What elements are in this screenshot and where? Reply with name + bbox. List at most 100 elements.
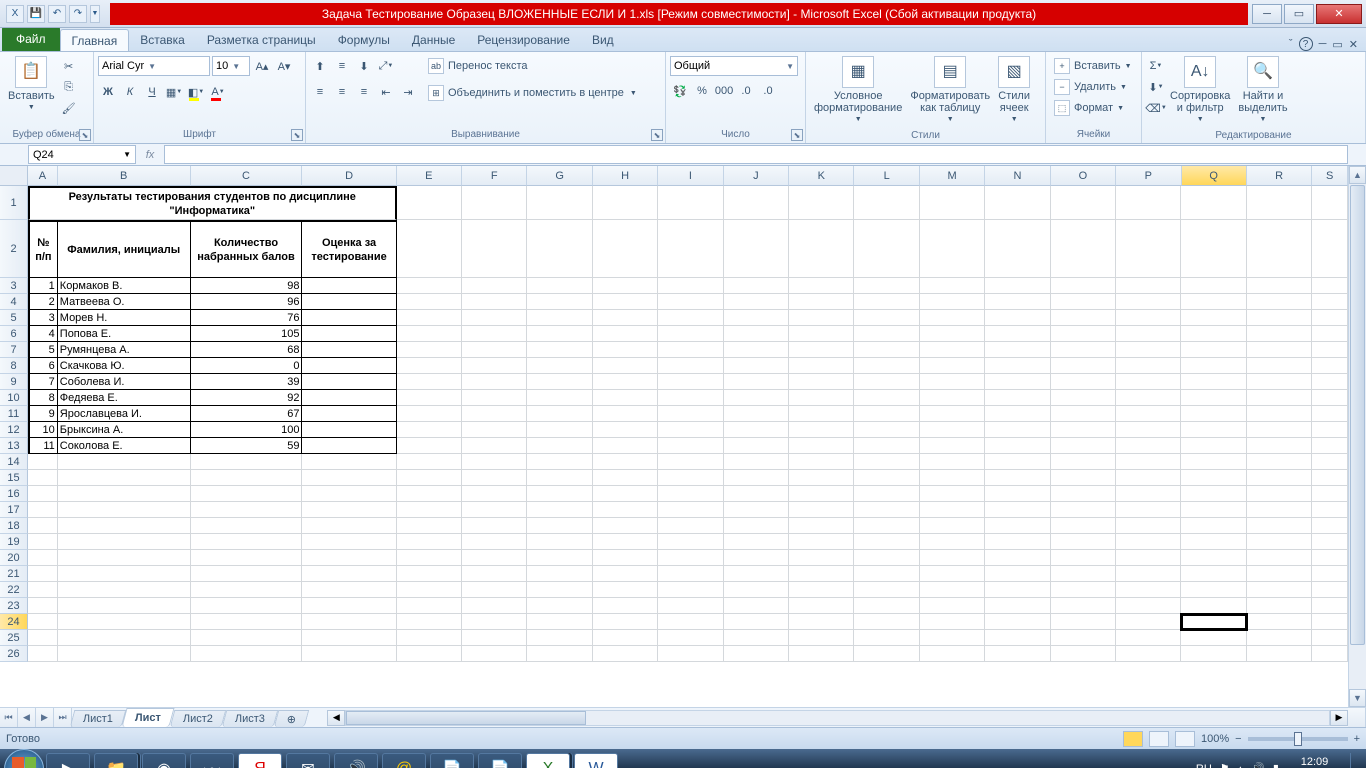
cell[interactable] [28,534,58,550]
cell[interactable] [28,630,58,646]
cell[interactable] [985,220,1050,278]
cell[interactable] [1051,582,1116,598]
cell[interactable] [593,406,658,422]
cell[interactable] [1247,550,1312,566]
cell[interactable] [1312,406,1348,422]
cell[interactable] [724,438,789,454]
cell[interactable] [1116,646,1181,662]
save-icon[interactable]: 💾 [27,5,45,23]
cell[interactable]: Кормаков В. [58,278,191,294]
cell[interactable] [462,486,527,502]
fill-icon[interactable]: ⬇▼ [1146,77,1166,97]
cell[interactable] [1051,358,1116,374]
fx-icon[interactable]: fx [140,146,160,164]
cell[interactable] [593,310,658,326]
cell[interactable] [1247,294,1312,310]
row-header-9[interactable]: 9 [0,374,28,390]
cell[interactable] [527,310,592,326]
undo-icon[interactable]: ↶ [48,5,66,23]
cell[interactable] [593,454,658,470]
cell[interactable] [593,534,658,550]
taskbar-notes-icon[interactable]: 📄 [478,753,522,768]
cell[interactable] [1051,294,1116,310]
cell[interactable] [302,486,396,502]
cell[interactable] [1312,502,1348,518]
insert-sheet-icon[interactable]: ⊕ [274,710,310,727]
maximize-button[interactable]: ▭ [1284,4,1314,24]
cell[interactable] [1051,220,1116,278]
cell[interactable] [302,406,396,422]
cell[interactable] [1051,502,1116,518]
cell[interactable] [527,454,592,470]
conditional-formatting-button[interactable]: ▦Условное форматирование▼ [810,54,906,128]
cell[interactable] [920,294,985,310]
cell[interactable] [658,326,723,342]
cell[interactable] [1247,422,1312,438]
font-name-combo[interactable]: Arial Cyr▼ [98,56,210,76]
taskbar-doc-icon[interactable]: 📄 [430,753,474,768]
cell[interactable] [920,220,985,278]
underline-button[interactable]: Ч [142,82,162,102]
cell[interactable]: Матвеева О. [58,294,191,310]
cell[interactable] [58,470,191,486]
cell[interactable] [658,502,723,518]
cell[interactable] [1051,566,1116,582]
taskbar-volume-icon[interactable]: 🔊 [334,753,378,768]
cell[interactable] [527,326,592,342]
cell[interactable] [302,550,396,566]
percent-icon[interactable]: % [692,81,712,101]
cells-area[interactable]: Результаты тестирования студентов по дис… [28,186,1348,707]
cell[interactable] [302,294,396,310]
merge-center-button[interactable]: ⊞Объединить и поместить в центре▼ [424,83,641,103]
cell[interactable]: Брыксина А. [58,422,191,438]
cell[interactable] [593,630,658,646]
cell[interactable] [397,342,462,358]
cell[interactable] [302,454,396,470]
cell[interactable] [724,326,789,342]
cell[interactable] [920,566,985,582]
cell[interactable] [854,630,919,646]
bold-button[interactable]: Ж [98,82,118,102]
cell[interactable] [397,220,462,278]
cell[interactable] [658,220,723,278]
cell[interactable] [1051,470,1116,486]
cell[interactable] [789,438,854,454]
cell[interactable] [789,486,854,502]
cell[interactable] [724,566,789,582]
cell[interactable] [920,326,985,342]
cell[interactable] [920,534,985,550]
cell[interactable] [527,278,592,294]
formula-input[interactable] [164,145,1348,164]
cell[interactable] [58,598,191,614]
cell[interactable] [191,470,303,486]
cell[interactable] [658,598,723,614]
cell[interactable] [854,438,919,454]
help-icon[interactable]: ? [1299,37,1313,51]
cell[interactable] [1312,566,1348,582]
cell[interactable] [789,550,854,566]
cell[interactable] [462,550,527,566]
row-header-16[interactable]: 16 [0,486,28,502]
cell[interactable] [724,486,789,502]
cell[interactable] [397,390,462,406]
column-header-Q[interactable]: Q [1182,166,1247,186]
cell[interactable] [1247,374,1312,390]
cell[interactable] [1051,422,1116,438]
cell[interactable]: 3 [28,310,58,326]
cell[interactable] [1181,598,1246,614]
cell[interactable] [985,390,1050,406]
grow-font-icon[interactable]: A▴ [252,56,272,76]
cell[interactable] [1051,326,1116,342]
cell[interactable] [1051,186,1116,220]
cell[interactable] [527,470,592,486]
cell[interactable] [854,534,919,550]
cell[interactable] [1181,550,1246,566]
cell[interactable] [593,438,658,454]
taskbar-word-icon[interactable]: W [574,753,618,768]
cell[interactable] [724,220,789,278]
cell[interactable] [854,358,919,374]
tray-chevron-icon[interactable]: ▴ [1238,762,1244,768]
cell[interactable] [1247,310,1312,326]
paste-button[interactable]: 📋 Вставить ▼ [4,54,59,116]
cell[interactable] [658,550,723,566]
